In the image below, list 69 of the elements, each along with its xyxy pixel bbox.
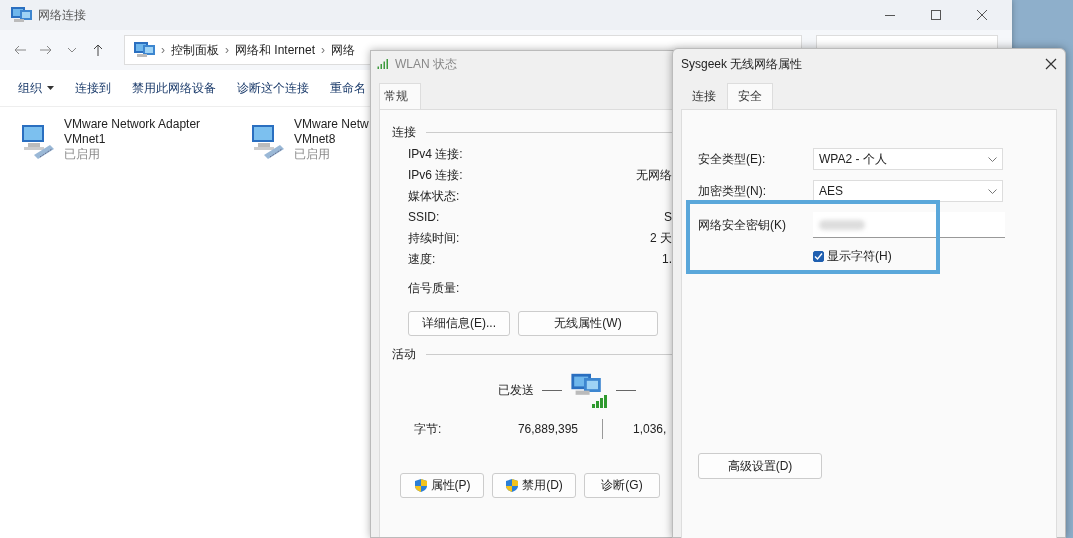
bytes-received: 1,036, — [633, 422, 667, 436]
breadcrumb-item[interactable]: 控制面板 — [171, 41, 219, 59]
close-button[interactable] — [977, 10, 987, 20]
bytes-sent: 76,889,395 — [516, 422, 578, 436]
network-adapter-item[interactable]: VMware Netw VMnet8 已启用 — [250, 117, 369, 162]
field-label: SSID: — [408, 210, 441, 224]
window-title: Sysgeek 无线网络属性 — [681, 55, 803, 73]
blurred-text — [819, 219, 865, 230]
dropdown-caret-icon — [47, 86, 54, 90]
dropdown[interactable]: WPA2 - 个人 — [813, 148, 1003, 170]
adapter-name: VMware Network Adapter — [64, 117, 201, 132]
adapter-device: VMnet1 — [64, 132, 107, 147]
breadcrumb-item[interactable]: 网络和 Internet — [235, 41, 316, 59]
field-value: 2 天 — [649, 231, 672, 245]
command-button[interactable]: 连接到 — [75, 79, 111, 97]
command-button[interactable]: 组织 — [18, 79, 54, 97]
sent-label: 已发送 — [498, 381, 534, 399]
wifi-signal-icon — [377, 59, 389, 69]
network-adapter-item[interactable]: VMware Network Adapter VMnet1 已启用 — [20, 117, 201, 162]
password-field[interactable] — [813, 212, 1005, 238]
checkbox[interactable] — [813, 251, 824, 262]
adapter-status: 已启用 — [64, 147, 101, 162]
field-label: 加密类型(N): — [698, 182, 767, 200]
breadcrumb-item[interactable]: 网络 — [331, 41, 356, 59]
bytes-label: 字节: — [414, 420, 443, 438]
field-value: 无网络 — [636, 168, 672, 182]
dialog-button[interactable]: 详细信息(E)... — [408, 311, 510, 336]
window-title: 网络连接 — [38, 6, 87, 24]
breadcrumb-separator: › — [321, 43, 326, 57]
section-heading: 连接 — [392, 124, 416, 141]
tab[interactable]: 连接 — [681, 83, 727, 109]
field-label: 网络安全密钥(K) — [698, 216, 787, 234]
maximize-button[interactable] — [931, 10, 941, 20]
tab[interactable]: 常规 — [379, 83, 421, 109]
field-label: 持续时间: — [408, 231, 461, 245]
field-value: 1. — [661, 252, 672, 266]
dialog-button[interactable]: 禁用(D) — [492, 473, 576, 498]
dialog-button[interactable]: 属性(P) — [400, 473, 484, 498]
field-label: 媒体状态: — [408, 189, 461, 203]
command-button[interactable]: 诊断这个连接 — [237, 79, 309, 97]
dialog-button[interactable]: 诊断(G) — [584, 473, 660, 498]
adapter-device: VMnet8 — [294, 132, 337, 147]
forward-button[interactable] — [40, 44, 52, 56]
dialog-button[interactable]: 无线属性(W) — [518, 311, 658, 336]
up-button[interactable] — [92, 44, 104, 56]
checkmark-icon — [814, 252, 823, 261]
field-label: 安全类型(E): — [698, 150, 767, 168]
network-activity-icon — [570, 371, 608, 409]
breadcrumb-separator: › — [225, 43, 229, 57]
tab[interactable]: 安全 — [727, 83, 773, 109]
advanced-settings-button[interactable]: 高级设置(D) — [698, 453, 822, 479]
back-button[interactable] — [14, 44, 26, 56]
dropdown[interactable]: AES — [813, 180, 1003, 202]
breadcrumb-separator: › — [161, 43, 165, 57]
field-label: IPv4 连接: — [408, 147, 464, 161]
field-value: S — [663, 210, 672, 224]
close-button[interactable] — [1045, 58, 1057, 70]
chevron-down-icon — [988, 188, 997, 194]
section-heading: 活动 — [392, 346, 416, 363]
window-title: WLAN 状态 — [395, 55, 457, 73]
field-label: 速度: — [408, 252, 437, 266]
adapter-name: VMware Netw — [294, 117, 369, 132]
chevron-down-icon — [988, 156, 997, 162]
field-label: 信号质量: — [408, 281, 461, 295]
command-button[interactable]: 重命名 — [330, 79, 366, 97]
checkbox-label[interactable]: 显示字符(H) — [827, 248, 892, 265]
field-label: IPv6 连接: — [408, 168, 464, 182]
adapter-status: 已启用 — [294, 147, 331, 162]
command-button[interactable]: 禁用此网络设备 — [132, 79, 216, 97]
